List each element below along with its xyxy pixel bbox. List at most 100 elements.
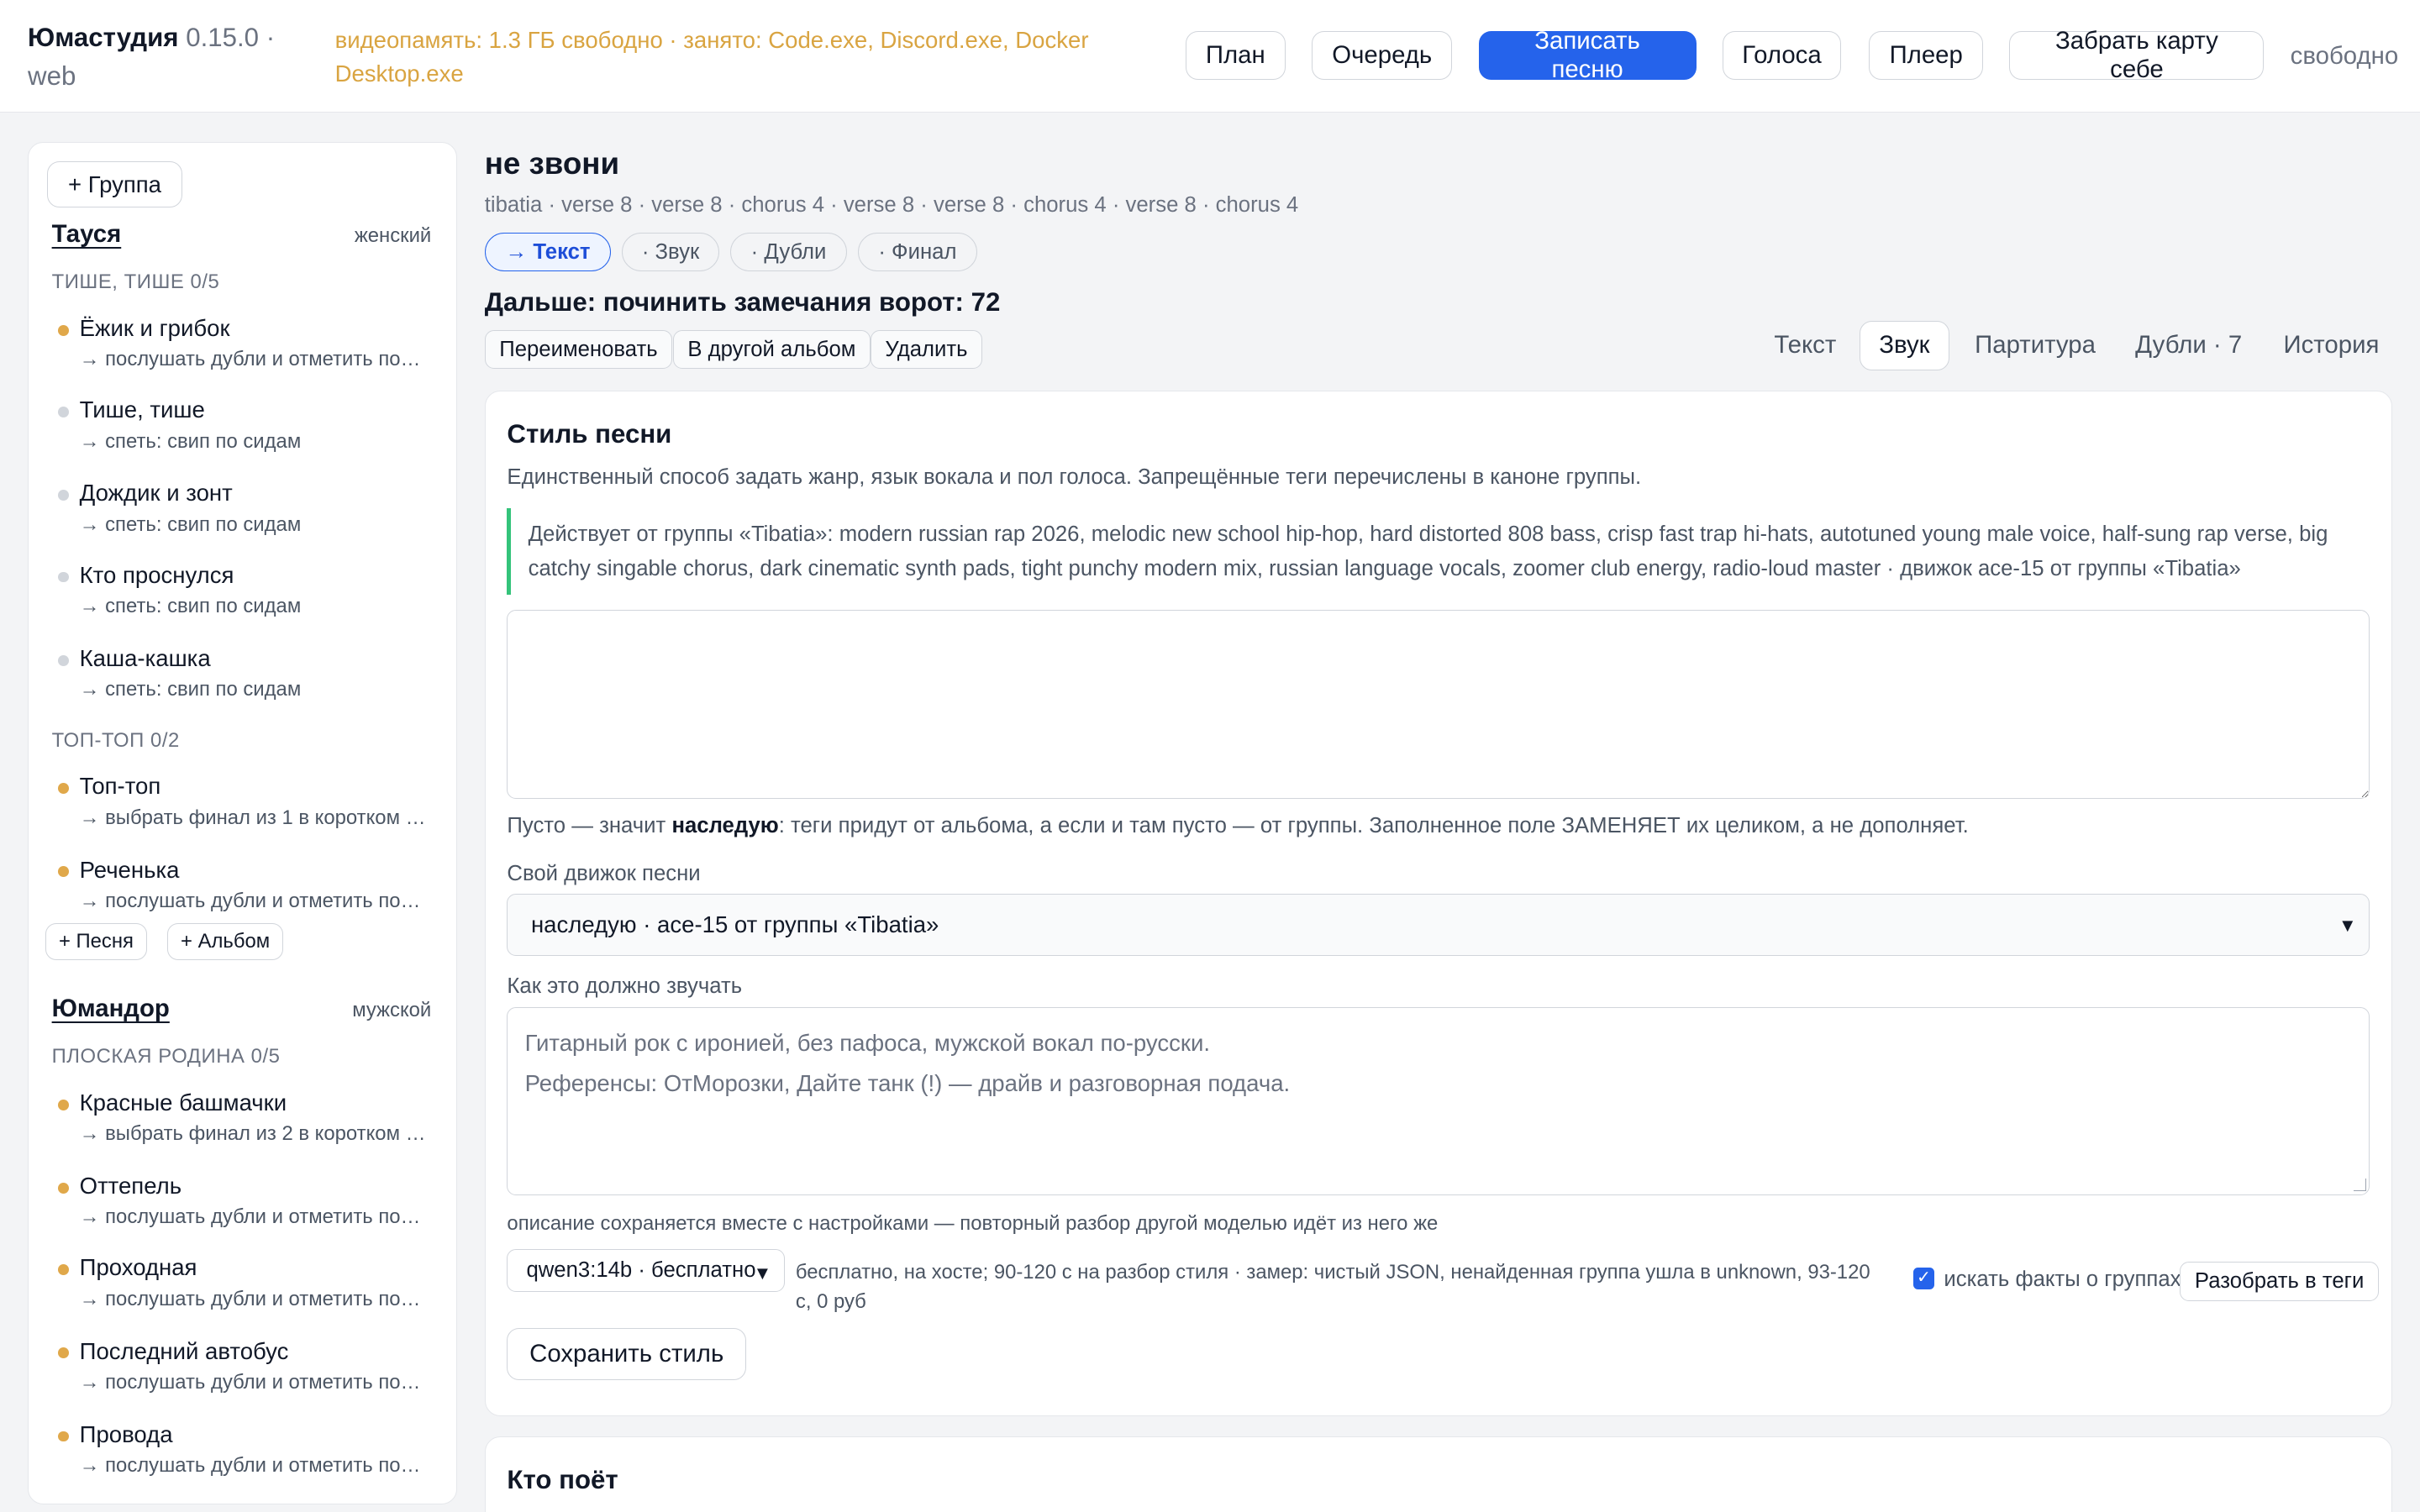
status-dot: [57, 1264, 69, 1276]
status-dot: [57, 1099, 69, 1110]
tab-score[interactable]: Партитура: [1955, 321, 2115, 370]
song-title: Топ-топ: [79, 773, 161, 800]
song-title: Каша-кашка: [79, 644, 211, 671]
placeholder-line: Гитарный рок с иронией, без пафоса, мужс…: [524, 1029, 1211, 1056]
status-dot: [57, 407, 69, 417]
saved-note: описание сохраняется вместе с настройкам…: [507, 1211, 1439, 1235]
plan-button[interactable]: План: [1185, 30, 1286, 81]
record-song-button[interactable]: Записать песню: [1478, 27, 1697, 83]
delete-button[interactable]: Удалить: [870, 330, 983, 369]
pipeline-step-final[interactable]: · Финал: [858, 233, 977, 272]
song-title: Ёжик и грибок: [79, 314, 230, 341]
song-item[interactable]: Провода → послушать дубли и отметить понр…: [52, 1420, 438, 1482]
app-root: Юмастудия 0.15.0 · web видеопамять: 1.3 …: [0, 0, 2420, 1512]
song-next-step: → послушать дубли и отметить понравившие…: [79, 1370, 427, 1394]
status-dot: [57, 1347, 69, 1359]
who-sings-card: Кто поёт: [484, 1436, 2392, 1512]
vram-status: видеопамять: 1.3 ГБ свободно · занято: C…: [334, 26, 1089, 87]
song-next-step: → выбрать финал из 1 в коротком списке: [79, 806, 427, 829]
song-item[interactable]: Оттепель → послушать дубли и отметить пон…: [52, 1172, 438, 1233]
song-title: Кто проснулся: [79, 561, 234, 588]
model-select[interactable]: qwen3:14b · бесплатно ▼: [507, 1248, 786, 1293]
take-card-button[interactable]: Забрать карту себе: [2009, 27, 2265, 83]
sound-description-textarea[interactable]: Гитарный рок с иронией, без пафоса, мужс…: [507, 1006, 2370, 1195]
status-dot: [57, 490, 69, 501]
pipeline-step-takes[interactable]: · Дубли: [729, 233, 848, 272]
chevron-down-icon: ▼: [753, 1262, 772, 1284]
move-album-button[interactable]: В другой альбом: [672, 330, 871, 369]
song-item[interactable]: Последний автобус → послушать дубли и отм…: [52, 1337, 438, 1399]
group-name-tausya[interactable]: Тауся: [52, 220, 122, 249]
rename-button[interactable]: Переименовать: [484, 330, 673, 369]
worker-status: свободно: [2290, 41, 2399, 70]
song-item[interactable]: Топ-топ → выбрать финал из 1 в коротком с…: [52, 772, 438, 833]
add-group-button[interactable]: + Группа: [47, 161, 182, 208]
card-title: Кто поёт: [507, 1465, 618, 1494]
song-item[interactable]: Кто проснулся → спеть: свип по сидам: [52, 561, 438, 622]
song-style-card: Стиль песни Единственный способ задать ж…: [484, 390, 2392, 1417]
status-dot: [57, 1431, 69, 1442]
song-next-step: → спеть: свип по сидам: [79, 678, 302, 701]
hint-keyword: наследую: [671, 813, 779, 837]
status-dot: [57, 654, 69, 666]
facts-checkbox-label[interactable]: искать факты о группах: [1944, 1268, 2181, 1292]
song-item[interactable]: Проходная → послушать дубли и отметить по…: [52, 1253, 438, 1315]
song-next-step: → спеть: свип по сидам: [79, 429, 302, 453]
pipeline-step-sound[interactable]: · Звук: [622, 233, 719, 272]
song-item[interactable]: Каша-кашка → спеть: свип по сидам: [52, 644, 438, 706]
chevron-down-icon: ▼: [2338, 915, 2357, 937]
tab-sound[interactable]: Звук: [1860, 321, 1949, 370]
song-next-step: → послушать дубли и отметить понравившие…: [79, 1454, 427, 1478]
inherit-hint: Пусто — значит наследую: теги придут от …: [507, 814, 1968, 838]
song-structure: tibatia · verse 8 · verse 8 · chorus 4 ·…: [484, 192, 1299, 217]
add-song-button[interactable]: + Песня: [45, 923, 147, 961]
album-title[interactable]: ТИШЕ, ТИШЕ 0/5: [52, 270, 220, 294]
group-voice: женский: [354, 224, 432, 248]
top-bar: Юмастудия 0.15.0 · web видеопамять: 1.3 …: [0, 0, 2420, 113]
card-title: Стиль песни: [507, 418, 672, 449]
song-next-step: → выбрать финал из 2 в коротком списке: [79, 1122, 427, 1146]
song-title: Дождик и зонт: [79, 480, 233, 507]
engine-select-value: наследую · ace-15 от группы «Tibatia»: [530, 911, 939, 938]
resize-handle-icon[interactable]: [2353, 1179, 2366, 1191]
group-voice: мужской: [352, 999, 432, 1022]
model-note: бесплатно, на хосте; 90-120 с на разбор …: [795, 1260, 1870, 1313]
status-dot: [57, 866, 69, 878]
player-button[interactable]: Плеер: [1869, 30, 1984, 81]
engine-select[interactable]: наследую · ace-15 от группы «Tibatia» ▼: [507, 894, 2370, 956]
song-item[interactable]: Тише, тише → спеть: свип по сидам: [52, 396, 438, 457]
song-item[interactable]: Ёжик и грибок → послушать дубли и отметит…: [52, 314, 438, 375]
song-title: Последний автобус: [79, 1337, 289, 1364]
tab-history[interactable]: История: [2264, 321, 2398, 370]
voices-button[interactable]: Голоса: [1722, 30, 1842, 81]
save-style-button[interactable]: Сохранить стиль: [507, 1327, 746, 1380]
song-item[interactable]: Дождик и зонт → спеть: свип по сидам: [52, 479, 438, 540]
add-album-button[interactable]: + Альбом: [167, 923, 283, 961]
parse-tags-button[interactable]: Разобрать в теги: [2180, 1261, 2379, 1302]
sound-description-label: Как это должно звучать: [507, 974, 743, 998]
album-title[interactable]: ПЛОСКАЯ РОДИНА 0/5: [52, 1045, 281, 1068]
song-title: Тише, тише: [79, 396, 205, 423]
facts-checkbox[interactable]: ✓: [1912, 1267, 1935, 1289]
hint-text: : теги придут от альбома, а если и там п…: [778, 813, 1969, 837]
song-next-step: → спеть: свип по сидам: [79, 595, 302, 618]
next-step: Дальше: починить замечания ворот: 72: [484, 286, 1001, 317]
song-next-step: → послушать дубли и отметить понравившие…: [79, 889, 427, 912]
group-name-yumandor[interactable]: Юмандор: [52, 995, 170, 1023]
tab-takes[interactable]: Дубли · 7: [2116, 321, 2261, 370]
placeholder-line: Референсы: ОтМорозки, Дайте танк (!) — д…: [524, 1069, 1291, 1096]
song-next-step: → спеть: свип по сидам: [79, 512, 302, 536]
tab-text[interactable]: Текст: [1754, 321, 1855, 370]
inherited-style: Действует от группы «Tibatia»: modern ru…: [507, 508, 2359, 596]
song-title: Реченька: [79, 856, 180, 883]
engine-label: Свой движок песни: [507, 861, 701, 885]
card-description: Единственный способ задать жанр, язык во…: [507, 465, 1642, 489]
song-item[interactable]: Красные башмачки → выбрать финал из 2 в к…: [52, 1089, 438, 1150]
pipeline-step-text[interactable]: → Текст: [484, 233, 612, 272]
song-title-heading: не звони: [484, 146, 620, 181]
queue-button[interactable]: Очередь: [1312, 30, 1453, 81]
song-item[interactable]: Реченька → послушать дубли и отметить пон…: [52, 856, 438, 917]
sidebar: + Группа Тауся женский ТИШЕ, ТИШЕ 0/5 Ёж…: [28, 141, 457, 1504]
style-textarea[interactable]: [507, 610, 2370, 799]
album-title[interactable]: ТОП-ТОП 0/2: [52, 729, 180, 753]
